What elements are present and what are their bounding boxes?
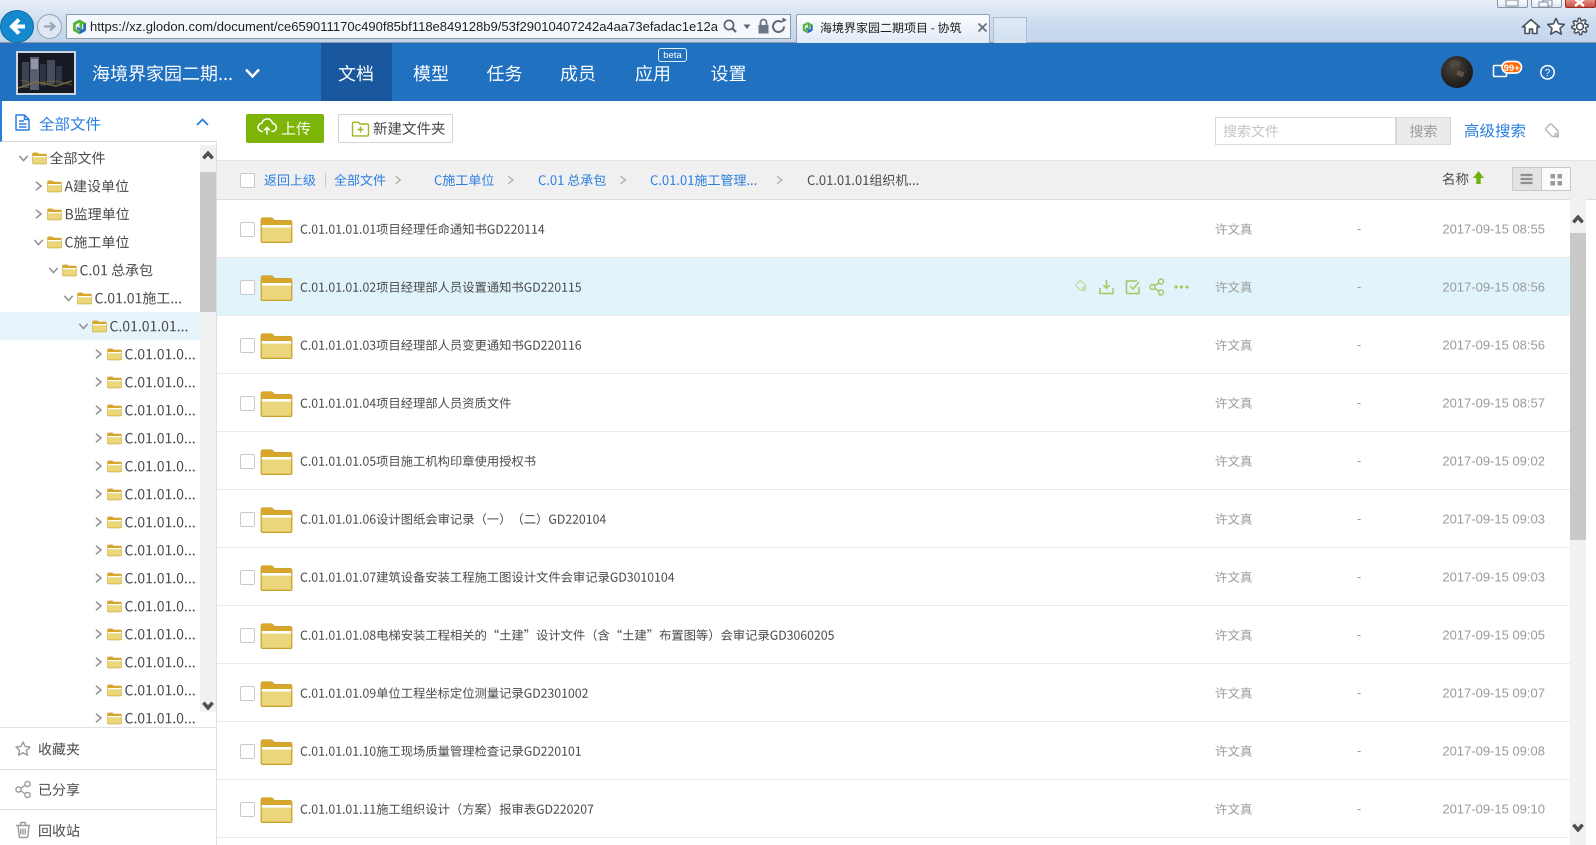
svg-text:-: - bbox=[1357, 454, 1361, 468]
svg-text:-: - bbox=[1357, 512, 1361, 526]
svg-text:-: - bbox=[1357, 744, 1361, 758]
svg-text:-: - bbox=[1357, 628, 1361, 642]
svg-text:2017-09-15 09:03: 2017-09-15 09:03 bbox=[1442, 570, 1545, 585]
svg-text:-: - bbox=[1357, 570, 1361, 584]
svg-text:2017-09-15 09:10: 2017-09-15 09:10 bbox=[1442, 802, 1545, 817]
svg-text:2017-09-15 08:57: 2017-09-15 08:57 bbox=[1442, 396, 1545, 411]
svg-text:2017-09-15 08:55: 2017-09-15 08:55 bbox=[1442, 222, 1545, 237]
svg-text:-: - bbox=[1357, 222, 1361, 236]
svg-text:-: - bbox=[1357, 802, 1361, 816]
svg-text:-: - bbox=[1357, 686, 1361, 700]
svg-text:2017-09-15 09:07: 2017-09-15 09:07 bbox=[1442, 686, 1545, 701]
svg-text:-: - bbox=[1357, 396, 1361, 410]
svg-text:2017-09-15 09:03: 2017-09-15 09:03 bbox=[1442, 512, 1545, 527]
svg-text:2017-09-15 09:08: 2017-09-15 09:08 bbox=[1442, 744, 1545, 759]
svg-text:-: - bbox=[1357, 338, 1361, 352]
svg-text:2017-09-15 09:02: 2017-09-15 09:02 bbox=[1442, 454, 1545, 469]
svg-text:2017-09-15 09:05: 2017-09-15 09:05 bbox=[1442, 628, 1545, 643]
svg-text:2017-09-15 08:56: 2017-09-15 08:56 bbox=[1442, 338, 1545, 353]
